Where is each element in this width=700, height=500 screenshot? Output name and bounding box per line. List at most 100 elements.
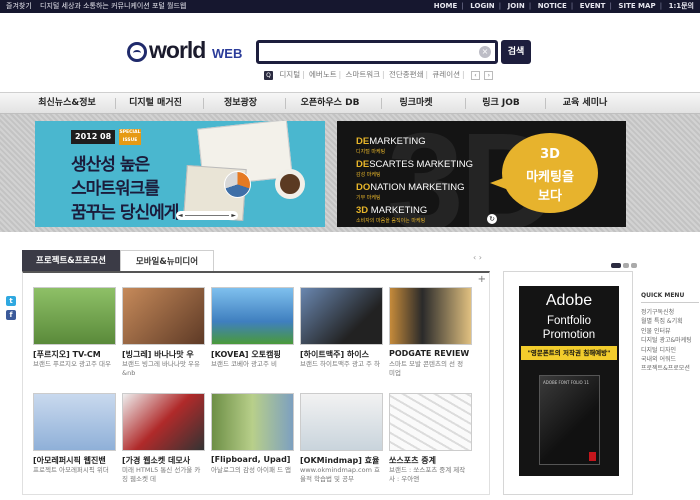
product-box-label: ADOBE FONT FOLIO 11: [543, 380, 590, 385]
project-panel: + [푸르지오] TV-CM 브랜드 푸르지오 광고주 대우 [빙그레] 바나나…: [22, 271, 490, 495]
card-thumbnail: [389, 393, 472, 451]
card-desc: 브랜드 빙그레 바나나맛 우유&nb: [122, 360, 200, 377]
inquiry-link[interactable]: 1:1문의: [669, 2, 694, 10]
slider-prev-icon[interactable]: ◄: [178, 211, 183, 220]
ad-line: Promotion: [542, 329, 596, 341]
marketing-highlight: DE: [356, 159, 370, 170]
twitter-icon[interactable]: t: [6, 296, 16, 306]
slider-next-icon[interactable]: ►: [231, 211, 236, 220]
site-logo[interactable]: world WEB: [127, 37, 247, 64]
tab-next-button[interactable]: ›: [479, 253, 482, 262]
ad-line: Fontfolio: [546, 315, 592, 327]
notice-link[interactable]: NOTICE: [538, 2, 567, 10]
banner-slider-control[interactable]: ◄ ►: [176, 211, 238, 220]
keyword-link[interactable]: 에버노트: [309, 70, 337, 79]
nav-divider: [381, 98, 382, 109]
nav-openhouse-db[interactable]: 오픈하우스 DB: [290, 93, 370, 114]
adobe-logo-icon: [589, 452, 596, 461]
nav-info-square[interactable]: 정보광장: [208, 93, 273, 114]
tab-pager: ‹ ›: [473, 253, 482, 262]
divider: |: [461, 2, 464, 10]
3d-marketing-banner[interactable]: 3D DEMARKETING 디지털 마케팅 DESCARTES MARKETI…: [337, 121, 626, 227]
tab-project-promotion[interactable]: 프로젝트&프로모션: [22, 250, 120, 272]
marketing-line: 3D MARKETING: [356, 205, 427, 216]
globe-icon: [127, 42, 147, 62]
card-thumbnail: [33, 393, 116, 451]
card-thumbnail: [211, 287, 294, 345]
nav-latest-news[interactable]: 최신뉴스&정보: [22, 93, 112, 114]
carousel-dot[interactable]: [631, 263, 637, 268]
search-button[interactable]: 검색: [501, 40, 531, 64]
home-link[interactable]: HOME: [434, 2, 458, 10]
event-link[interactable]: EVENT: [580, 2, 606, 10]
card-title: PODGATE REVIEW: [389, 349, 470, 358]
quick-menu-item[interactable]: 월별 특집 &기획: [641, 317, 699, 326]
banner-headline: 생산성 높은: [71, 155, 150, 175]
product-box-image: ADOBE FONT FOLIO 11: [539, 375, 600, 465]
adobe-fontfolio-ad[interactable]: Adobe Fontfolio Promotion "영문폰트의 저작권 침해예…: [519, 286, 619, 476]
card-thumbnail: [122, 287, 205, 345]
divider: |: [425, 70, 428, 79]
banner-headline: 스마트워크를: [71, 179, 160, 199]
quick-menu-item[interactable]: 프로젝트&프로모션: [641, 364, 699, 373]
carousel-dot[interactable]: [611, 263, 621, 268]
divider: |: [338, 70, 342, 79]
quick-menu-item[interactable]: 디지털 광고&마케팅: [641, 336, 699, 345]
marketing-line: DESCARTES MARKETING: [356, 159, 473, 170]
marketing-sub: 감성 마케팅: [356, 172, 381, 178]
quick-menu-item[interactable]: 인물 인터뷰: [641, 327, 699, 336]
slider-track: [185, 215, 229, 216]
marketing-highlight: DO: [356, 182, 371, 193]
keyword-next-button[interactable]: ›: [484, 71, 494, 80]
card-title: [Flipboard, Upad]: [211, 455, 291, 464]
keyword-link[interactable]: 전단종편쇄: [389, 70, 424, 79]
nav-link-job[interactable]: 링크 JOB: [470, 93, 532, 114]
facebook-icon[interactable]: f: [6, 310, 16, 320]
card-title: [가경 웹소켓 데모사: [122, 456, 191, 465]
divider: |: [528, 2, 532, 10]
divider: |: [302, 70, 305, 79]
card-thumbnail: [122, 393, 205, 451]
nav-divider: [545, 98, 546, 109]
clear-icon[interactable]: ×: [479, 46, 491, 58]
bubble-text: 보다: [538, 189, 562, 204]
login-link[interactable]: LOGIN: [470, 2, 494, 10]
keyword-prev-button[interactable]: ‹: [470, 71, 480, 80]
carousel-dot[interactable]: [623, 263, 629, 268]
keyword-link[interactable]: 스마트워크: [346, 70, 381, 79]
divider: |: [382, 70, 385, 79]
divider: |: [462, 70, 465, 79]
keyword-link[interactable]: 디지털: [279, 70, 300, 79]
bookmark-link[interactable]: 즐겨찾기: [6, 2, 32, 10]
join-link[interactable]: JOIN: [508, 2, 525, 10]
search-input[interactable]: [263, 45, 473, 59]
nav-digital-magazine[interactable]: 디지털 매거진: [118, 93, 193, 114]
card-thumbnail: [211, 393, 294, 451]
banner-band: 2012 08 SPECIAL ISSUE 생산성 높은 스마트워크를 꿈꾸는 당…: [0, 114, 700, 232]
bubble-text: 3D: [540, 147, 560, 162]
header: world WEB × 검색 Q 디지털 | 에버노트 | 스마트워크 | 전단종편쇄…: [0, 13, 700, 92]
refresh-icon[interactable]: ↻: [487, 214, 497, 224]
quick-menu-item[interactable]: 정기구독신청: [641, 308, 699, 317]
banner-headline: 꿈꾸는 당신에게: [71, 203, 179, 223]
card-title: [하이트맥주] 하이스: [300, 350, 369, 359]
more-button[interactable]: +: [478, 274, 486, 285]
quick-menu-item[interactable]: 디지털 디자인: [641, 346, 699, 355]
marketing-text: MARKETING: [369, 136, 426, 147]
nav-link-market[interactable]: 링크마켓: [385, 93, 447, 114]
card-desc: 아날로그의 감성 아이패 드 앱: [211, 466, 292, 474]
divider: |: [498, 2, 502, 10]
sitemap-link[interactable]: SITE MAP: [618, 2, 655, 10]
card-title: 쏘스포츠 중계: [389, 456, 436, 465]
card-thumbnail: [33, 287, 116, 345]
card-desc: www.okmindmap.com 효율적 학습법 및 공부: [300, 466, 380, 483]
nav-education-seminar[interactable]: 교육 세미나: [550, 93, 620, 114]
tab-mobile-newmedia[interactable]: 모바일&뉴미디어: [120, 250, 214, 272]
card-desc: 미래 HTML5 통신 선가울 카징 웹소켓 데: [122, 466, 201, 483]
quick-menu-item[interactable]: 국내외 어워드: [641, 355, 699, 364]
keyword-link[interactable]: 큐레이션: [432, 70, 460, 79]
divider: |: [609, 2, 612, 10]
tab-prev-button[interactable]: ‹: [473, 253, 476, 262]
card-title: [빙그레] 바나나맛 우: [122, 350, 194, 359]
quick-menu-title: QUICK MENU: [641, 292, 699, 303]
